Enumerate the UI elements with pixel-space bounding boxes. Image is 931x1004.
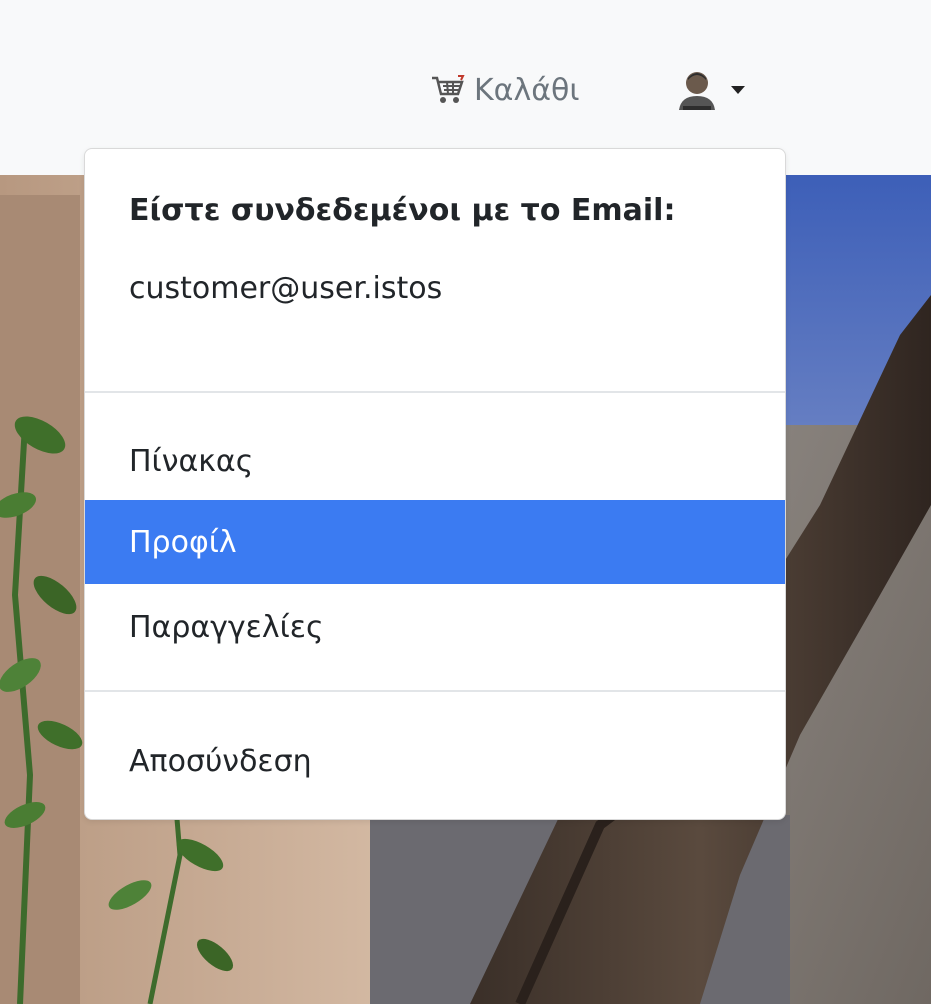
user-avatar-icon — [675, 68, 719, 112]
user-menu-toggle[interactable] — [675, 68, 745, 112]
user-email: customer@user.istos — [129, 271, 443, 306]
menu-item-logout[interactable]: Αποσύνδεση — [85, 719, 785, 803]
cart-label: Καλάθι — [474, 72, 580, 108]
cart-link[interactable]: Καλάθι — [430, 70, 579, 110]
menu-item-orders[interactable]: Παραγγελίες — [85, 585, 785, 669]
login-status-title: Είστε συνδεδεμένοι με το Email: — [129, 193, 676, 228]
page: Καλάθι Είστε συνδεδεμένοι με το Email: c… — [0, 0, 931, 1004]
divider — [85, 391, 785, 393]
shopping-cart-icon — [430, 74, 466, 106]
menu-item-dashboard[interactable]: Πίνακας — [85, 419, 785, 503]
menu-item-label: Πίνακας — [129, 443, 254, 479]
menu-item-label: Παραγγελίες — [129, 609, 324, 645]
menu-item-label: Προφίλ — [129, 524, 237, 560]
caret-down-icon — [731, 86, 745, 94]
divider — [85, 690, 785, 692]
user-dropdown-menu: Είστε συνδεδεμένοι με το Email: customer… — [84, 148, 786, 820]
menu-item-label: Αποσύνδεση — [129, 743, 312, 779]
menu-item-profile[interactable]: Προφίλ — [85, 500, 785, 584]
